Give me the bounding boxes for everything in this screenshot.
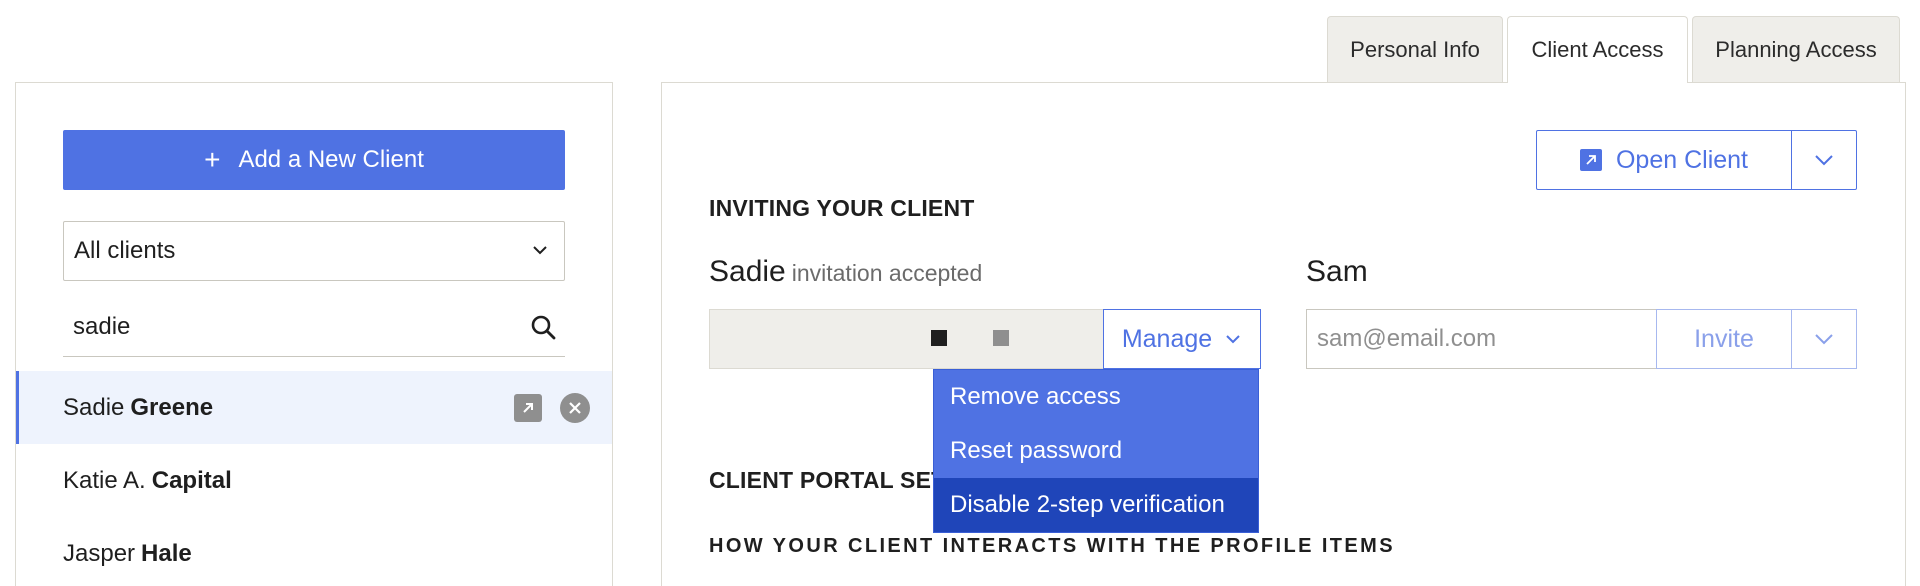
menu-item-remove-access[interactable]: Remove access xyxy=(934,370,1258,424)
tab-client-access[interactable]: Client Access xyxy=(1507,16,1688,83)
client-first-name: Jasper xyxy=(63,539,136,567)
client-name-sadie: Sadie invitation accepted xyxy=(709,255,982,289)
sam-email-field xyxy=(1306,309,1657,369)
open-external-icon[interactable] xyxy=(514,394,542,422)
chevron-down-icon xyxy=(1226,335,1240,344)
close-icon[interactable] xyxy=(560,393,590,423)
client-name: Sadie xyxy=(709,255,786,288)
client-filter-select[interactable]: All clients xyxy=(63,221,565,281)
sadie-email-field xyxy=(709,309,1104,369)
client-last-name: Capital xyxy=(151,466,232,494)
redacted-mark xyxy=(993,330,1009,346)
open-client-menu-button[interactable] xyxy=(1792,131,1856,189)
client-filter-value: All clients xyxy=(74,237,176,264)
open-external-icon xyxy=(1579,149,1602,171)
invite-menu-button[interactable] xyxy=(1791,309,1857,369)
client-row-jasper-hale[interactable]: Jasper Hale xyxy=(16,517,612,586)
menu-item-reset-password[interactable]: Reset password xyxy=(934,424,1258,478)
client-search xyxy=(63,297,565,357)
row-actions xyxy=(514,393,590,423)
chevron-down-icon xyxy=(1815,155,1833,166)
chevron-down-icon xyxy=(1815,334,1833,345)
chevron-down-icon xyxy=(533,246,547,255)
invite-button[interactable]: Invite xyxy=(1656,309,1792,369)
add-client-button[interactable]: + Add a New Client xyxy=(63,130,565,190)
client-list: Sadie Greene Katie A. Capital Jasper Hal… xyxy=(16,371,612,586)
client-sidebar: + Add a New Client All clients Sadie Gre… xyxy=(15,82,613,586)
client-last-name: Greene xyxy=(130,393,214,421)
tab-planning-access[interactable]: Planning Access xyxy=(1692,16,1900,82)
client-row-sadie-greene[interactable]: Sadie Greene xyxy=(16,371,612,444)
manage-label: Manage xyxy=(1121,324,1213,353)
interaction-subtitle: HOW YOUR CLIENT INTERACTS WITH THE PROFI… xyxy=(709,535,1395,557)
client-last-name: Hale xyxy=(141,539,192,567)
portal-section-title: CLIENT PORTAL SET xyxy=(709,467,946,493)
manage-dropdown-menu: Remove access Reset password Disable 2-s… xyxy=(933,369,1259,533)
menu-item-disable-2-step-verification[interactable]: Disable 2-step verification xyxy=(934,478,1258,532)
client-row-katie-capital[interactable]: Katie A. Capital xyxy=(16,444,612,517)
tab-bar: Personal Info Client Access Planning Acc… xyxy=(1327,16,1904,83)
inviting-section-title: INVITING YOUR CLIENT xyxy=(709,195,975,221)
redacted-mark xyxy=(931,330,947,346)
client-access-panel: Open Client INVITING YOUR CLIENT Sadie in… xyxy=(661,82,1906,586)
client-search-input[interactable] xyxy=(73,312,493,341)
open-client-button[interactable]: Open Client xyxy=(1537,131,1792,189)
client-first-name: Sadie xyxy=(63,393,125,421)
search-icon[interactable] xyxy=(529,313,557,341)
invitation-status: invitation accepted xyxy=(791,260,983,286)
open-client-split-button: Open Client xyxy=(1536,130,1857,190)
client-name-sam: Sam xyxy=(1306,255,1368,288)
email-input[interactable] xyxy=(1317,325,1646,353)
add-client-label: Add a New Client xyxy=(238,146,424,173)
tab-personal-info[interactable]: Personal Info xyxy=(1327,16,1503,82)
client-first-name: Katie A. xyxy=(63,466,146,494)
manage-button[interactable]: Manage xyxy=(1103,309,1261,369)
plus-icon: + xyxy=(204,144,221,175)
open-client-label: Open Client xyxy=(1615,145,1749,174)
